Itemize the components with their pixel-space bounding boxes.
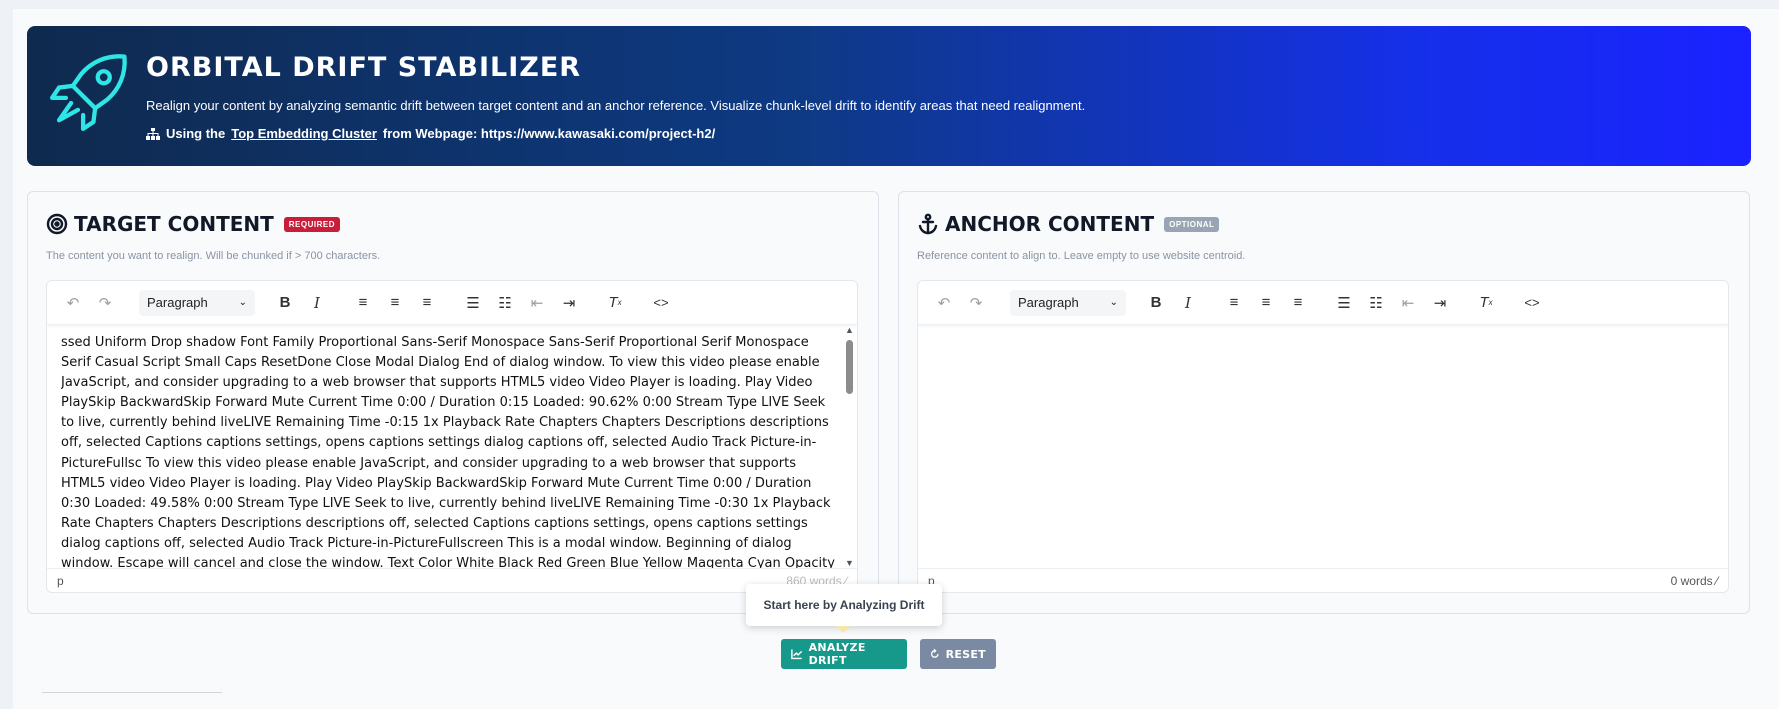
- rocket-icon: [50, 54, 127, 131]
- bold-icon[interactable]: B: [273, 291, 297, 315]
- page-title: ORBITAL DRIFT STABILIZER: [146, 52, 582, 83]
- align-center-icon[interactable]: ≡: [383, 291, 407, 315]
- anchor-toolbar: ↶ ↷ Paragraph ⌄ B I ≡ ≡ ≡ ☰ ☷ ⇤ ⇥ Tx <>: [918, 281, 1728, 325]
- reset-icon: [930, 648, 939, 658]
- using-suffix: from Webpage: https://www.kawasaki.com/p…: [382, 126, 716, 141]
- undo-icon[interactable]: ↶: [932, 291, 956, 315]
- anchor-content-panel: ANCHOR CONTENT OPTIONAL Reference conten…: [898, 191, 1750, 614]
- outdent-icon[interactable]: ⇤: [1396, 291, 1420, 315]
- element-path[interactable]: p: [57, 574, 64, 588]
- align-left-icon[interactable]: ≡: [351, 291, 375, 315]
- target-editor[interactable]: ↶ ↷ Paragraph ⌄ B I ≡ ≡ ≡ ☰ ☷ ⇤ ⇥ Tx <> …: [46, 280, 858, 593]
- align-right-icon[interactable]: ≡: [1286, 291, 1310, 315]
- hero-banner: ORBITAL DRIFT STABILIZER Realign your co…: [27, 26, 1751, 166]
- redo-icon[interactable]: ↷: [964, 291, 988, 315]
- target-statusbar: p 860 words ⁄: [47, 568, 857, 592]
- embedding-source: Using the Top Embedding Cluster from Web…: [146, 126, 715, 141]
- divider: [42, 692, 222, 693]
- indent-icon[interactable]: ⇥: [557, 291, 581, 315]
- source-code-icon[interactable]: <>: [1520, 291, 1544, 315]
- block-format-select[interactable]: Paragraph ⌄: [139, 289, 255, 316]
- target-header: TARGET CONTENT REQUIRED: [46, 212, 340, 236]
- anchor-editor-content[interactable]: [932, 333, 1712, 568]
- redo-icon[interactable]: ↷: [93, 291, 117, 315]
- bold-icon[interactable]: B: [1144, 291, 1168, 315]
- undo-icon[interactable]: ↶: [61, 291, 85, 315]
- analyze-tooltip: Start here by Analyzing Drift: [746, 584, 942, 633]
- target-toolbar: ↶ ↷ Paragraph ⌄ B I ≡ ≡ ≡ ☰ ☷ ⇤ ⇥ Tx <>: [47, 281, 857, 325]
- using-prefix: Using the: [166, 126, 226, 141]
- scroll-up-icon[interactable]: ▲: [845, 325, 854, 335]
- required-badge: REQUIRED: [283, 216, 340, 232]
- clear-formatting-icon[interactable]: Tx: [603, 291, 627, 315]
- numbered-list-icon[interactable]: ☷: [493, 291, 517, 315]
- align-center-icon[interactable]: ≡: [1254, 291, 1278, 315]
- target-title: TARGET CONTENT: [74, 212, 274, 236]
- anchor-statusbar: p 0 words ⁄: [918, 568, 1728, 592]
- top-embedding-cluster-link[interactable]: Top Embedding Cluster: [231, 126, 377, 141]
- scroll-thumb[interactable]: [846, 340, 853, 394]
- anchor-editor[interactable]: ↶ ↷ Paragraph ⌄ B I ≡ ≡ ≡ ☰ ☷ ⇤ ⇥ Tx <> …: [917, 280, 1729, 593]
- anchor-header: ANCHOR CONTENT OPTIONAL: [917, 212, 1220, 236]
- scroll-down-icon[interactable]: ▼: [845, 558, 854, 568]
- source-code-icon[interactable]: <>: [649, 291, 673, 315]
- anchor-icon: [918, 213, 938, 235]
- italic-icon[interactable]: I: [1176, 291, 1200, 315]
- target-editor-content[interactable]: ssed Uniform Drop shadow Font Family Pro…: [61, 333, 841, 568]
- word-count: 0 words ⁄: [1670, 573, 1718, 588]
- anchor-title: ANCHOR CONTENT: [945, 212, 1155, 236]
- sitemap-icon: [146, 127, 160, 140]
- block-format-value: Paragraph: [147, 295, 208, 310]
- hero-description: Realign your content by analyzing semant…: [146, 98, 1086, 113]
- anchor-help-text: Reference content to align to. Leave emp…: [917, 250, 1246, 262]
- chevron-down-icon: ⌄: [1109, 297, 1118, 308]
- reset-label: RESET: [945, 647, 986, 661]
- bullet-list-icon[interactable]: ☰: [461, 291, 485, 315]
- align-left-icon[interactable]: ≡: [1222, 291, 1246, 315]
- target-scrollbar[interactable]: ▲ ▼: [843, 325, 855, 568]
- clear-formatting-icon[interactable]: Tx: [1474, 291, 1498, 315]
- analyze-drift-label: ANALYZE DRIFT: [808, 641, 866, 667]
- align-right-icon[interactable]: ≡: [415, 291, 439, 315]
- indent-icon[interactable]: ⇥: [1428, 291, 1452, 315]
- outdent-icon[interactable]: ⇤: [525, 291, 549, 315]
- target-content-panel: TARGET CONTENT REQUIRED The content you …: [27, 191, 879, 614]
- chevron-down-icon: ⌄: [238, 297, 247, 308]
- analyze-drift-button[interactable]: ANALYZE DRIFT: [781, 639, 907, 669]
- target-help-text: The content you want to realign. Will be…: [46, 250, 381, 262]
- numbered-list-icon[interactable]: ☷: [1364, 291, 1388, 315]
- target-icon: [46, 213, 68, 235]
- italic-icon[interactable]: I: [305, 291, 329, 315]
- block-format-select[interactable]: Paragraph ⌄: [1010, 289, 1126, 316]
- optional-badge: OPTIONAL: [1164, 216, 1220, 232]
- chart-line-icon: [791, 649, 803, 660]
- reset-button[interactable]: RESET: [920, 639, 996, 669]
- block-format-value: Paragraph: [1018, 295, 1079, 310]
- bullet-list-icon[interactable]: ☰: [1332, 291, 1356, 315]
